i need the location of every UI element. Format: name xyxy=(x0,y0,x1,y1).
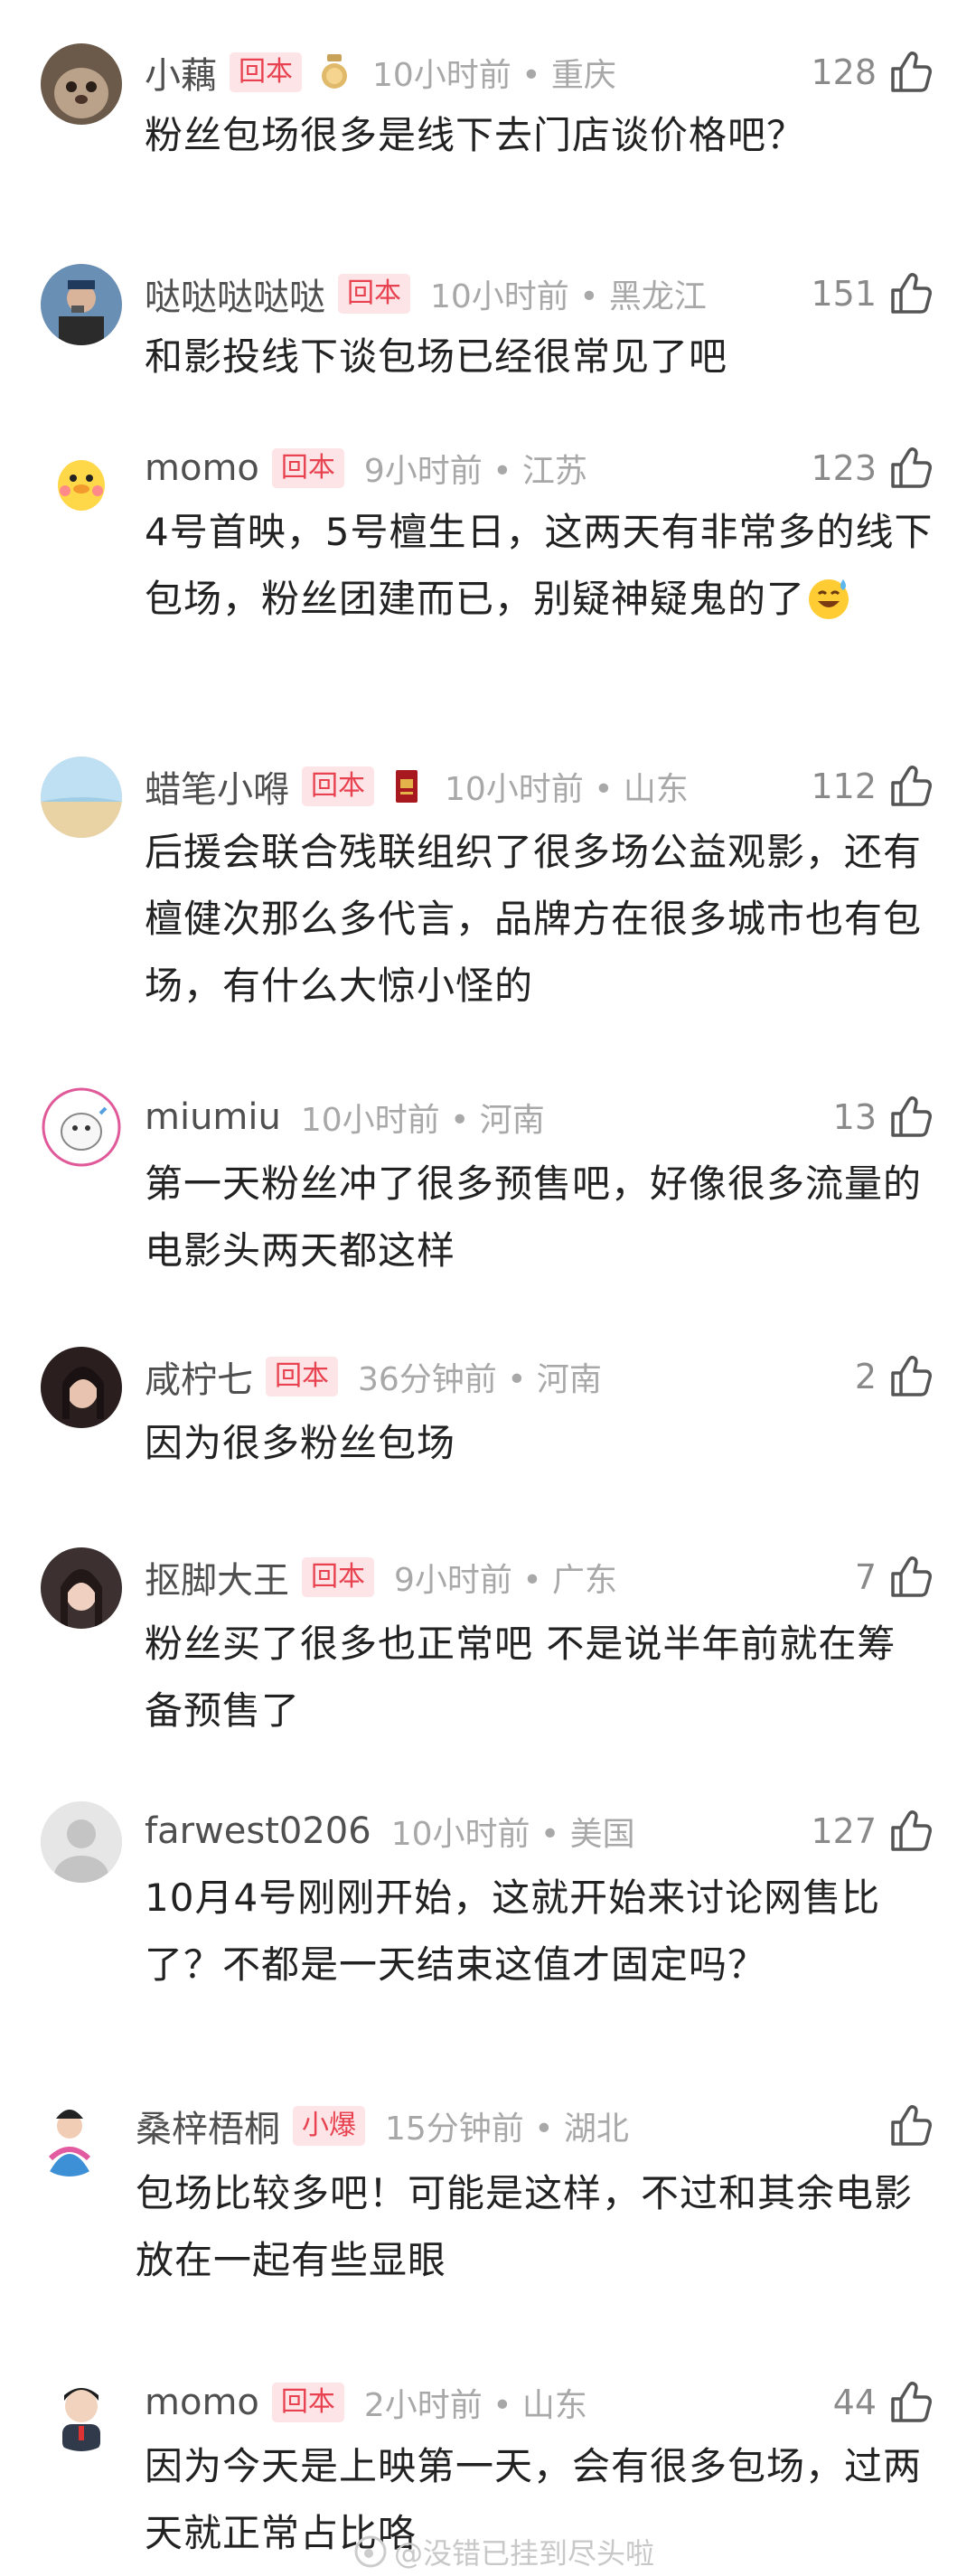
level-badge: 回本 xyxy=(302,1557,374,1597)
timestamp-location: 10小时前 • 重庆 xyxy=(372,57,616,94)
timestamp-location: 10小时前 • 山东 xyxy=(445,771,689,808)
avatar[interactable] xyxy=(41,1086,122,1168)
like-button[interactable]: 123 xyxy=(811,443,934,494)
like-button[interactable]: 2 xyxy=(855,1351,934,1402)
sweat-smile-emoji xyxy=(809,579,849,619)
comment-text: 包场比较多吧！可能是这样，不过和其余电影放在一起有些显眼 xyxy=(136,2171,914,2282)
timestamp-location: 10小时前 • 黑龙江 xyxy=(430,278,707,315)
thumbs-up-icon xyxy=(891,2382,932,2422)
watermark-text: @没错已挂到尽头啦 xyxy=(394,2536,655,2571)
username[interactable]: 蜡笔小嘚 xyxy=(145,760,289,813)
thumbs-up-icon xyxy=(891,1096,932,1137)
thumbs-up-icon xyxy=(891,2105,932,2146)
thumbs-up-icon xyxy=(891,52,932,92)
like-count: 151 xyxy=(811,274,877,314)
comment-text: 和影投线下谈包场已经很常见了吧 xyxy=(145,334,728,379)
like-count: 127 xyxy=(811,1811,877,1851)
avatar[interactable] xyxy=(29,2095,110,2176)
timestamp-location: 2小时前 • 山东 xyxy=(363,2387,587,2424)
thumbs-up-icon xyxy=(891,447,932,488)
comment-text: 粉丝买了很多也正常吧 不是说半年前就在筹备预售了 xyxy=(145,1622,896,1733)
like-button[interactable]: 128 xyxy=(811,47,934,98)
username[interactable]: 抠脚大王 xyxy=(145,1551,289,1603)
avatar[interactable] xyxy=(41,43,122,125)
timestamp-location: 9小时前 • 广东 xyxy=(394,1562,618,1599)
level-badge: 回本 xyxy=(271,2383,344,2422)
weibo-icon xyxy=(354,2535,387,2568)
avatar[interactable] xyxy=(41,757,122,838)
username[interactable]: 小藕 xyxy=(145,46,217,99)
level-badge: 回本 xyxy=(271,448,344,488)
avatar[interactable] xyxy=(41,1347,122,1428)
red-book-medal-icon xyxy=(389,766,425,806)
username[interactable]: farwest0206 xyxy=(145,1810,371,1852)
username[interactable]: momo xyxy=(145,2382,259,2423)
username[interactable]: 桑梓梧桐 xyxy=(136,2100,280,2152)
like-button[interactable]: 127 xyxy=(811,1806,934,1857)
level-badge: 回本 xyxy=(266,1357,338,1396)
thumbs-up-icon xyxy=(891,273,932,314)
level-badge: 回本 xyxy=(230,52,302,92)
username[interactable]: miumiu xyxy=(145,1096,281,1138)
comment-text: 4号首映，5号檀生日，这两天有非常多的线下包场，粉丝团建而已，别疑神疑鬼的了 xyxy=(145,499,940,633)
comment-text: 第一天粉丝冲了很多预售吧，好像很多流量的电影头两天都这样 xyxy=(145,1161,923,1273)
thumbs-up-icon xyxy=(891,766,932,806)
like-count: 7 xyxy=(854,1557,877,1597)
like-count: 112 xyxy=(811,766,877,806)
timestamp-location: 10小时前 • 河南 xyxy=(300,1102,545,1139)
like-count: 2 xyxy=(854,1357,877,1396)
timestamp-location: 9小时前 • 江苏 xyxy=(363,453,587,490)
comment-text: 粉丝包场很多是线下去门店谈价格吧？ xyxy=(145,113,806,157)
thumbs-up-icon xyxy=(891,1810,932,1851)
avatar[interactable] xyxy=(41,1547,122,1629)
like-count: 44 xyxy=(832,2383,877,2422)
timestamp-location: 36分钟前 • 河南 xyxy=(358,1361,602,1398)
comment-text: 因为很多粉丝包场 xyxy=(145,1421,456,1465)
avatar[interactable] xyxy=(41,2370,122,2451)
like-button[interactable]: 13 xyxy=(833,1092,934,1142)
username[interactable]: 哒哒哒哒哒 xyxy=(145,268,325,320)
thumbs-up-icon xyxy=(891,1356,932,1396)
avatar[interactable] xyxy=(41,438,122,520)
like-count: 123 xyxy=(811,448,877,488)
timestamp-location: 15分钟前 • 湖北 xyxy=(385,2111,629,2148)
comment-text: 10月4号刚刚开始，这就开始来讨论网售比了？不都是一天结束这值才固定吗？ xyxy=(145,1876,881,1987)
like-count: 128 xyxy=(811,52,877,92)
like-button[interactable]: 44 xyxy=(833,2377,934,2428)
username[interactable]: momo xyxy=(145,447,259,489)
gold-medal-icon xyxy=(316,52,352,92)
watermark: @没错已挂到尽头啦 xyxy=(352,2531,654,2572)
like-count: 13 xyxy=(832,1097,877,1137)
comment-text: 后援会联合残联组织了很多场公益观影，还有檀健次那么多代言，品牌方在很多城市也有包… xyxy=(145,830,923,1008)
thumbs-up-icon xyxy=(891,1556,932,1597)
level-badge: 小爆 xyxy=(293,2106,365,2146)
like-button[interactable]: 7 xyxy=(855,1552,934,1603)
timestamp-location: 10小时前 • 美国 xyxy=(390,1816,635,1853)
level-badge: 回本 xyxy=(338,274,410,314)
like-button[interactable] xyxy=(877,2101,934,2151)
avatar[interactable] xyxy=(41,264,122,345)
like-button[interactable]: 112 xyxy=(811,761,934,812)
level-badge: 回本 xyxy=(302,766,374,806)
like-button[interactable]: 151 xyxy=(811,268,934,319)
username[interactable]: 咸柠七 xyxy=(145,1350,253,1403)
avatar[interactable] xyxy=(41,1801,122,1883)
